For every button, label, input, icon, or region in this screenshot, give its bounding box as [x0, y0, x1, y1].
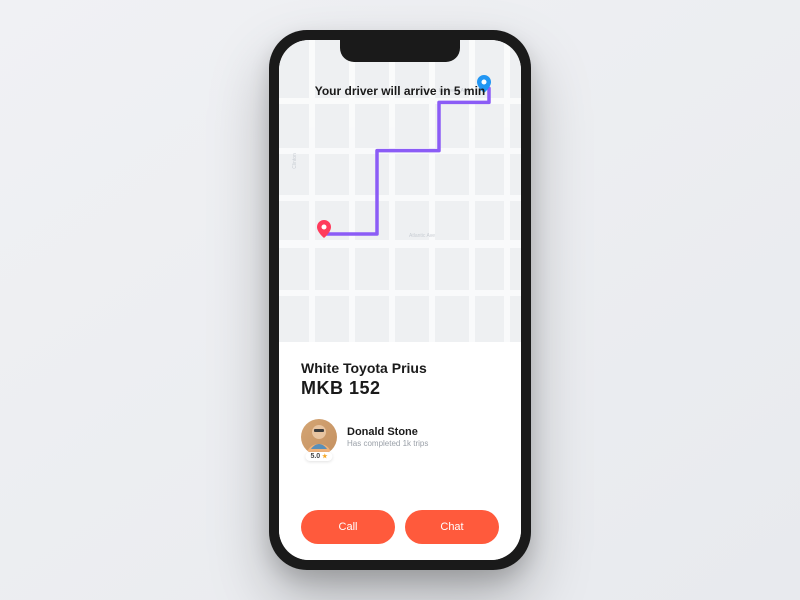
call-button[interactable]: Call [301, 510, 395, 544]
avatar-wrap: 5.0 ★ [301, 419, 337, 455]
driver-info: Donald Stone Has completed 1k trips [347, 426, 499, 448]
driver-name: Donald Stone [347, 426, 499, 438]
map-area[interactable]: Lafayette Ave Atlantic Ave Clinton Your … [279, 40, 521, 342]
arrival-banner: Your driver will arrive in 5 min [315, 84, 486, 98]
rating-badge: 5.0 ★ [305, 452, 332, 461]
phone-frame: Lafayette Ave Atlantic Ave Clinton Your … [269, 30, 531, 570]
bottom-sheet: White Toyota Prius MKB 152 5.0 ★ Donald … [279, 342, 521, 560]
driver-avatar[interactable] [301, 419, 337, 455]
origin-pin-icon [317, 220, 331, 243]
app-screen: Lafayette Ave Atlantic Ave Clinton Your … [279, 40, 521, 560]
driver-subtitle: Has completed 1k trips [347, 439, 499, 448]
star-icon: ★ [322, 453, 327, 460]
actions-row: Call Chat [301, 510, 499, 544]
chat-button[interactable]: Chat [405, 510, 499, 544]
license-plate: MKB 152 [301, 378, 499, 399]
car-description: White Toyota Prius [301, 360, 499, 376]
driver-row: 5.0 ★ Donald Stone Has completed 1k trip… [301, 419, 499, 455]
phone-notch [340, 40, 460, 62]
rating-value: 5.0 [310, 453, 320, 460]
